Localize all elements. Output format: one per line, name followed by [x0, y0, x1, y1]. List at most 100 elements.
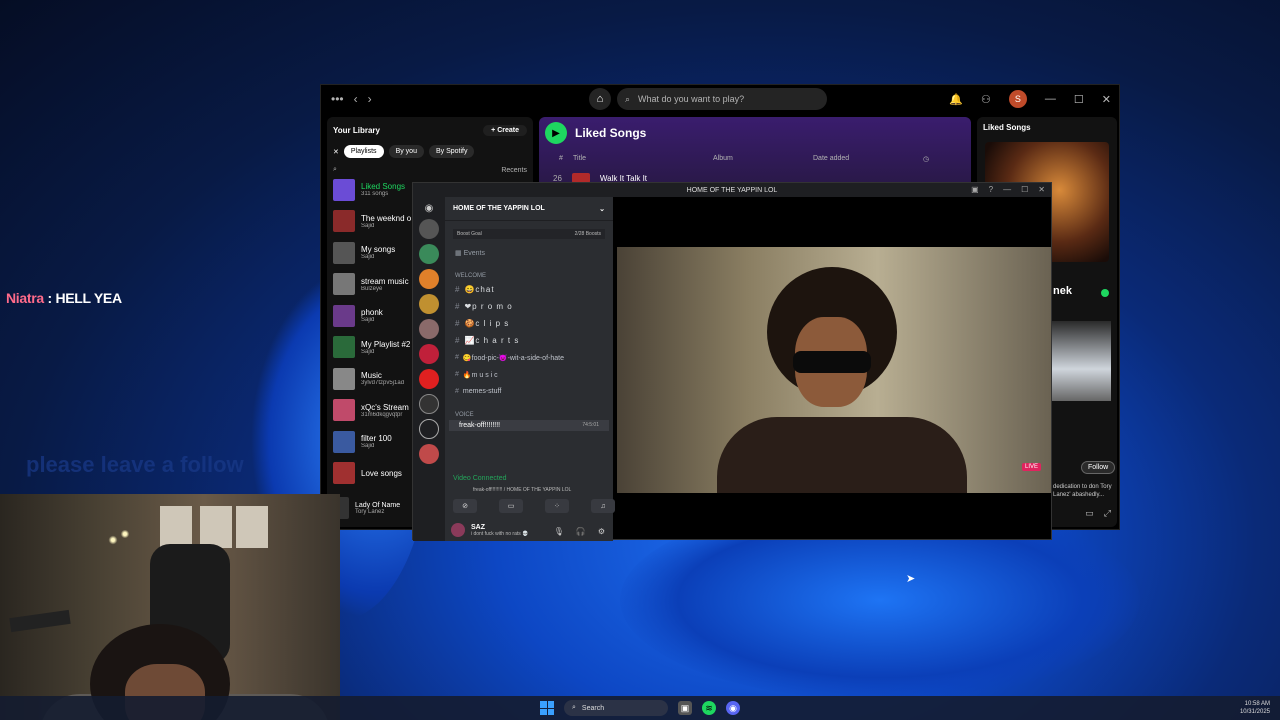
playlist-thumb — [333, 304, 355, 327]
menu-dots-icon[interactable]: ••• — [331, 92, 344, 106]
inbox-icon[interactable]: ▣ — [971, 185, 979, 194]
webcam-mic — [9, 609, 71, 633]
voice-channel[interactable]: freak-off!!!!!!!! 74:5:01 — [449, 420, 609, 431]
text-channel[interactable]: # 😋food-pic-😈-wit-a-side-of-hate — [445, 349, 613, 366]
window-title: HOME OF THE YAPPIN LOL — [686, 186, 778, 194]
text-channel[interactable]: # memes-stuff — [445, 383, 613, 400]
clear-filter-icon[interactable]: ✕ — [333, 148, 339, 156]
server-icon[interactable] — [419, 294, 439, 314]
friends-icon[interactable]: ⚇ — [981, 93, 991, 106]
avatar[interactable]: S — [1008, 90, 1027, 108]
channel-items: # 😄chat # ❤p r o m o # 🍪c l i p s # 📈c h a r t … — [445, 281, 613, 400]
hash-icon: # — [455, 388, 459, 395]
soundboard-icon[interactable]: ♫ — [591, 499, 615, 513]
search-input[interactable]: ⌕ What do you want to play? — [617, 88, 827, 110]
np-description: dedication to don Tory Lanez' abashedly.… — [1053, 484, 1112, 498]
close-icon[interactable]: ✕ — [1038, 185, 1045, 194]
maximize-icon[interactable]: ☐ — [1021, 185, 1028, 194]
server-icon[interactable] — [419, 319, 439, 339]
video-connected[interactable]: Video Connected — [453, 475, 507, 482]
server-icon[interactable] — [419, 269, 439, 289]
library-search-icon[interactable]: ⌕ — [333, 166, 337, 174]
fullscreen-icon[interactable]: ⤢ — [1104, 508, 1111, 519]
playlist-title: phonk — [361, 308, 383, 318]
server-icon[interactable] — [419, 394, 439, 414]
spotify-icon[interactable]: ≋ — [702, 701, 716, 715]
create-button[interactable]: + Create — [483, 124, 527, 136]
discord-window: HOME OF THE YAPPIN LOL ▣ ? — ☐ ✕ ◉ HOME … — [412, 182, 1052, 541]
user-panel[interactable]: SAZ i dont fuck with no rats 💀 — [451, 523, 528, 537]
playlist-title: Music — [361, 371, 382, 381]
text-channel[interactable]: # 📈c h a r t s — [445, 332, 613, 349]
server-header[interactable]: HOME OF THE YAPPIN LOL ⌄ — [445, 197, 613, 221]
category-voice[interactable]: VOICE — [445, 400, 613, 420]
clock[interactable]: 10:58 AM 10/31/2025 — [1240, 700, 1270, 716]
sort-label[interactable]: Recents — [501, 167, 527, 174]
discord-icon[interactable]: ◉ — [726, 701, 740, 715]
text-channel[interactable]: # 🔥m u s i c — [445, 366, 613, 383]
server-icon[interactable] — [419, 444, 439, 464]
bell-icon[interactable]: 🔔 — [949, 93, 963, 106]
discord-home-icon[interactable]: ◉ — [425, 203, 434, 214]
chip-by-you[interactable]: By you — [388, 145, 424, 158]
video-stream[interactable]: LIVE — [617, 247, 1051, 493]
help-icon[interactable]: ? — [989, 185, 993, 194]
home-button[interactable]: ⌂ — [589, 88, 611, 110]
task-view-icon[interactable]: ▣ — [678, 701, 692, 715]
chip-playlists[interactable]: Playlists — [343, 145, 384, 158]
col-album[interactable]: Album — [713, 155, 813, 163]
taskbar-search-label: Search — [581, 704, 605, 712]
server-icon[interactable] — [419, 419, 439, 439]
text-channel[interactable]: # ❤p r o m o — [445, 298, 613, 315]
chat-overlay: Niatra : HELL YEA — [6, 290, 122, 306]
boost-goal[interactable]: Boost Goal 2/28 Boosts — [453, 229, 605, 239]
minimize-icon[interactable]: — — [1003, 185, 1011, 194]
home-icon: ⌂ — [596, 93, 604, 105]
chip-by-spotify[interactable]: By Spotify — [428, 145, 475, 158]
server-icon[interactable] — [419, 244, 439, 264]
date: 10/31/2025 — [1239, 709, 1270, 715]
saved-check-icon[interactable] — [1101, 289, 1109, 297]
activities-icon[interactable]: ⁘ — [545, 499, 569, 513]
server-icon[interactable] — [419, 369, 439, 389]
server-icon[interactable] — [419, 344, 439, 364]
hash-icon: # — [455, 371, 459, 378]
follow-button[interactable]: Follow — [1081, 461, 1116, 474]
forward-icon[interactable]: › — [368, 92, 372, 106]
col-title[interactable]: Title — [573, 155, 713, 163]
channel-name: memes-stuff — [462, 388, 502, 395]
hash-icon: # — [455, 285, 461, 294]
taskbar-search[interactable]: ⌕ Search — [564, 700, 668, 716]
maximize-icon[interactable]: ☐ — [1074, 93, 1084, 106]
minimize-icon[interactable]: — — [1045, 93, 1056, 105]
gear-icon[interactable]: ⚙ — [598, 527, 605, 536]
start-button[interactable] — [540, 701, 554, 715]
events-link[interactable]: ▦ Events — [445, 239, 613, 261]
playlist-thumb — [333, 273, 355, 296]
miniplayer-icon[interactable]: ▭ — [1085, 508, 1094, 519]
screen-share-icon[interactable]: ▭ — [499, 499, 523, 513]
search-icon: ⌕ — [625, 93, 631, 104]
channel-name: 😄chat — [464, 285, 495, 294]
stream-sunglasses — [793, 351, 871, 373]
col-date[interactable]: Date added — [813, 155, 923, 163]
category-welcome[interactable]: WELCOME — [445, 261, 613, 281]
text-channel[interactable]: # 🍪c l i p s — [445, 315, 613, 332]
follow-watermark: please leave a follow — [26, 452, 244, 477]
col-index: # — [559, 155, 563, 162]
chat-username: Niatra — [6, 290, 44, 306]
headphones-icon[interactable]: 🎧 — [576, 527, 586, 536]
play-button[interactable]: ▶ — [545, 122, 567, 144]
text-channel[interactable]: # 😄chat — [445, 281, 613, 298]
camera-off-icon[interactable]: ⊘ — [453, 499, 477, 513]
discord-titlebar: HOME OF THE YAPPIN LOL ▣ ? — ☐ ✕ — [413, 183, 1051, 197]
mic-icon[interactable]: 🎙 — [554, 527, 564, 536]
playing-artist[interactable]: Tory Lanez — [355, 509, 400, 515]
playlist-thumb — [333, 462, 355, 485]
playlist-meta: 3ylvd7tzpv5j1ad — [361, 380, 405, 387]
playing-title[interactable]: Lady Of Name — [355, 502, 400, 509]
back-icon[interactable]: ‹ — [354, 92, 358, 106]
close-icon[interactable]: ✕ — [1102, 93, 1111, 106]
server-icon[interactable] — [419, 219, 439, 239]
playlist-meta: Bulzeye — [361, 285, 383, 292]
